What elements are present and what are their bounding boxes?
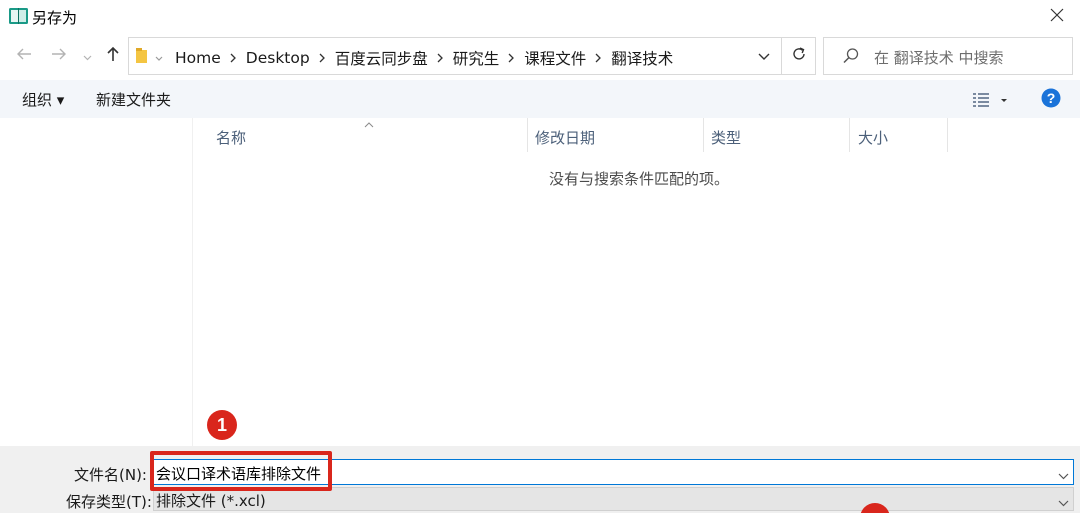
column-header-date[interactable]: 修改日期: [535, 122, 705, 152]
breadcrumb-item-baidu-sync[interactable]: 百度云同步盘: [334, 47, 429, 69]
window-title: 另存为: [32, 9, 78, 27]
breadcrumb-item-graduate[interactable]: 研究生: [452, 47, 501, 69]
column-divider[interactable]: [849, 118, 850, 152]
navigation-row: Home Desktop 百度云同步盘 研究生 课程文件 翻译技术 在 翻译技术…: [0, 34, 1080, 78]
chevron-right-icon[interactable]: [319, 53, 326, 63]
chevron-down-icon: [155, 48, 163, 66]
close-button[interactable]: [1034, 0, 1080, 34]
chevron-right-icon[interactable]: [437, 53, 444, 63]
save-dialog-book-icon: [9, 7, 28, 25]
forward-button[interactable]: [47, 44, 71, 68]
back-arrow-icon: [16, 47, 32, 65]
column-label-date: 修改日期: [535, 128, 596, 147]
forward-arrow-icon: [51, 47, 67, 65]
refresh-icon: [791, 46, 807, 66]
annotation-marker-1-label: 1: [216, 414, 227, 435]
column-header-size[interactable]: 大小: [858, 122, 948, 152]
search-icon: [842, 47, 860, 69]
help-button[interactable]: ?: [1041, 88, 1061, 112]
filename-value[interactable]: 会议口译术语库排除文件: [156, 463, 321, 484]
address-dropdown-button[interactable]: [747, 38, 781, 74]
filename-field[interactable]: 会议口译术语库排除文件: [153, 459, 1074, 485]
search-input[interactable]: 在 翻译技术 中搜索: [823, 37, 1073, 75]
organize-button[interactable]: 组织 ▾: [22, 89, 64, 110]
change-view-button[interactable]: [972, 90, 1012, 110]
details-view-icon: [972, 93, 1012, 114]
breadcrumb-item-home[interactable]: Home: [174, 49, 222, 67]
up-arrow-icon: [106, 46, 120, 66]
svg-text:?: ?: [1047, 90, 1056, 106]
column-header-type[interactable]: 类型: [711, 122, 846, 152]
column-divider[interactable]: [527, 118, 528, 152]
chevron-right-icon[interactable]: [508, 53, 515, 63]
refresh-button[interactable]: [781, 38, 815, 74]
column-header-name[interactable]: 名称: [216, 122, 526, 152]
chevron-right-icon[interactable]: [595, 53, 602, 63]
column-label-type: 类型: [711, 128, 742, 147]
empty-folder-message: 没有与搜索条件匹配的项。: [549, 170, 730, 188]
chevron-down-icon: [758, 47, 770, 65]
filename-label: 文件名(N):: [74, 466, 147, 484]
breadcrumb: Home Desktop 百度云同步盘 研究生 课程文件 翻译技术: [174, 47, 674, 69]
chevron-down-icon: [83, 47, 92, 65]
close-icon: [1050, 8, 1064, 26]
filetype-select[interactable]: 排除文件 (*.xcl): [153, 487, 1074, 511]
back-button[interactable]: [12, 44, 36, 68]
address-bar[interactable]: Home Desktop 百度云同步盘 研究生 课程文件 翻译技术: [128, 37, 816, 75]
column-divider[interactable]: [947, 118, 948, 152]
chevron-right-icon[interactable]: [230, 53, 237, 63]
filetype-value: 排除文件 (*.xcl): [156, 492, 266, 510]
chevron-down-icon: [1058, 493, 1069, 511]
column-label-size: 大小: [858, 128, 889, 147]
annotation-marker-1: 1: [207, 410, 237, 440]
column-label-name: 名称: [216, 128, 247, 147]
breadcrumb-item-translation-tech[interactable]: 翻译技术: [610, 47, 674, 69]
help-icon: ?: [1041, 88, 1061, 112]
column-divider[interactable]: [703, 118, 704, 152]
breadcrumb-item-course-files[interactable]: 课程文件: [523, 47, 587, 69]
search-placeholder: 在 翻译技术 中搜索: [874, 49, 1004, 67]
title-bar: 另存为: [0, 0, 1080, 34]
filetype-label: 保存类型(T):: [66, 493, 152, 511]
command-toolbar: 组织 ▾ 新建文件夹: [0, 80, 1080, 118]
up-button[interactable]: [101, 44, 125, 68]
breadcrumb-item-desktop[interactable]: Desktop: [245, 49, 311, 67]
navigation-pane[interactable]: [0, 118, 193, 446]
file-list[interactable]: 名称 修改日期 类型 大小 没有与搜索条件匹配的项。: [194, 118, 1080, 446]
save-form: 文件名(N): 会议口译术语库排除文件 保存类型(T): 排除文件 (*.xcl…: [0, 446, 1080, 513]
new-folder-button[interactable]: 新建文件夹: [96, 89, 171, 110]
recent-locations-button[interactable]: [78, 44, 96, 68]
chevron-down-icon[interactable]: [1058, 466, 1069, 484]
folder-icon: [136, 48, 148, 68]
